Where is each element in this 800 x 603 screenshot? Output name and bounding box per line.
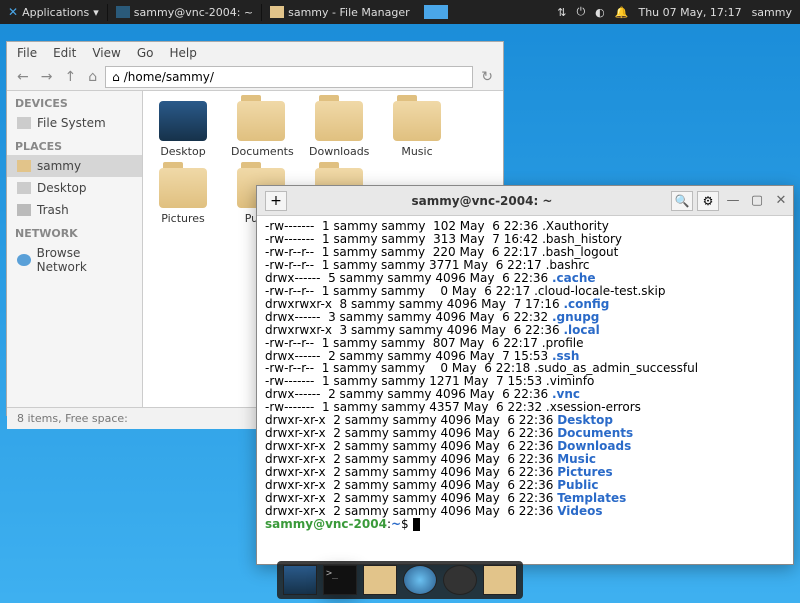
back-button[interactable]: ← xyxy=(13,67,33,87)
forward-button[interactable]: → xyxy=(37,67,57,87)
terminal-window: + sammy@vnc-2004: ~ 🔍 ⚙ — ▢ ✕ -rw-------… xyxy=(256,185,794,565)
refresh-button[interactable]: ↻ xyxy=(477,67,497,87)
sidebar-item-label: Desktop xyxy=(37,181,87,195)
folder-icon xyxy=(159,168,207,208)
network-icon[interactable]: ⇅ xyxy=(557,6,566,19)
folder-downloads[interactable]: Downloads xyxy=(309,101,369,158)
audio-icon[interactable]: ◐ xyxy=(595,6,605,19)
sidebar-trash[interactable]: Trash xyxy=(7,199,142,221)
folder-documents[interactable]: Documents xyxy=(231,101,291,158)
chevron-down-icon: ▾ xyxy=(93,6,99,19)
sidebar-item-label: File System xyxy=(37,116,106,130)
location-bar[interactable]: ⌂ /home/sammy/ xyxy=(105,66,473,88)
sidebar-item-label: Browse Network xyxy=(37,246,132,274)
ls-row: drwxrwxr-x 8 sammy sammy 4096 May 7 17:1… xyxy=(265,298,785,311)
menu-help[interactable]: Help xyxy=(169,46,196,60)
menu-view[interactable]: View xyxy=(92,46,120,60)
prompt-line: sammy@vnc-2004:~$ xyxy=(265,518,785,531)
window-title: sammy@vnc-2004: ~ xyxy=(295,194,669,208)
power-icon[interactable]: ⏻ xyxy=(576,5,585,19)
menu-button[interactable]: ⚙ xyxy=(697,191,719,211)
minimize-button[interactable]: — xyxy=(724,193,742,208)
system-tray: ⇅ ⏻ ◐ 🔔 Thu 07 May, 17:17 sammy xyxy=(549,5,800,19)
taskbar-terminal[interactable]: sammy@vnc-2004: ~ xyxy=(107,4,261,21)
home-icon xyxy=(17,160,31,172)
sidebar-item-label: sammy xyxy=(37,159,81,173)
folder-icon xyxy=(393,101,441,141)
sidebar-desktop[interactable]: Desktop xyxy=(7,177,142,199)
applications-label: Applications xyxy=(22,6,89,19)
menu-file[interactable]: File xyxy=(17,46,37,60)
applications-menu[interactable]: ✕ Applications ▾ xyxy=(0,5,107,19)
ls-row: -rw------- 1 sammy sammy 102 May 6 22:36… xyxy=(265,220,785,233)
folder-pictures[interactable]: Pictures xyxy=(153,168,213,225)
top-panel: ✕ Applications ▾ sammy@vnc-2004: ~ sammy -… xyxy=(0,0,800,24)
sidebar-browse-network[interactable]: Browse Network xyxy=(7,242,142,278)
workspace-switcher[interactable] xyxy=(424,5,448,19)
folder-desktop[interactable]: Desktop xyxy=(153,101,213,158)
folder-label: Pictures xyxy=(161,212,205,225)
dock-search[interactable] xyxy=(443,565,477,595)
devices-header: DEVICES xyxy=(7,91,142,112)
sidebar-home[interactable]: sammy xyxy=(7,155,142,177)
desktop-folder-icon xyxy=(159,101,207,141)
taskbar-filemanager[interactable]: sammy - File Manager xyxy=(261,4,418,21)
ls-row: drwx------ 3 sammy sammy 4096 May 6 22:3… xyxy=(265,311,785,324)
folder-icon xyxy=(315,101,363,141)
dock-show-desktop[interactable] xyxy=(283,565,317,595)
folder-icon xyxy=(237,101,285,141)
xfce-logo-icon: ✕ xyxy=(8,5,18,19)
close-button[interactable]: ✕ xyxy=(772,193,790,208)
ls-row: -rw-r--r-- 1 sammy sammy 0 May 6 22:17 .… xyxy=(265,285,785,298)
ls-row: -rw-r--r-- 1 sammy sammy 220 May 6 22:17… xyxy=(265,246,785,259)
user-menu[interactable]: sammy xyxy=(752,6,792,19)
dock-home[interactable] xyxy=(483,565,517,595)
titlebar[interactable]: + sammy@vnc-2004: ~ 🔍 ⚙ — ▢ ✕ xyxy=(257,186,793,216)
desktop-icon xyxy=(17,182,31,194)
up-button[interactable]: ↑ xyxy=(60,67,80,87)
places-header: PLACES xyxy=(7,134,142,155)
location-text: /home/sammy/ xyxy=(124,70,214,84)
trash-icon xyxy=(17,204,31,216)
folder-label: Downloads xyxy=(309,145,369,158)
ls-row: drwxrwxr-x 3 sammy sammy 4096 May 6 22:3… xyxy=(265,324,785,337)
terminal-content[interactable]: -rw------- 1 sammy sammy 102 May 6 22:36… xyxy=(257,216,793,564)
task-label: sammy - File Manager xyxy=(288,6,410,19)
menu-go[interactable]: Go xyxy=(137,46,154,60)
dock: >_ xyxy=(277,561,523,599)
ls-row: -rw-r--r-- 1 sammy sammy 3771 May 6 22:1… xyxy=(265,259,785,272)
toolbar: ← → ↑ ⌂ ⌂ /home/sammy/ ↻ xyxy=(7,64,503,91)
network-icon xyxy=(17,254,31,266)
dock-filemanager[interactable] xyxy=(363,565,397,595)
cursor xyxy=(413,518,420,531)
folder-icon xyxy=(270,6,284,18)
sidebar-item-label: Trash xyxy=(37,203,69,217)
maximize-button[interactable]: ▢ xyxy=(748,193,766,208)
network-header: NETWORK xyxy=(7,221,142,242)
menu-edit[interactable]: Edit xyxy=(53,46,76,60)
new-tab-button[interactable]: + xyxy=(265,191,287,211)
search-button[interactable]: 🔍 xyxy=(671,191,693,211)
home-button[interactable]: ⌂ xyxy=(84,67,101,87)
menubar: File Edit View Go Help xyxy=(7,42,503,64)
folder-label: Music xyxy=(401,145,432,158)
folder-music[interactable]: Music xyxy=(387,101,447,158)
drive-icon xyxy=(17,117,31,129)
ls-row: -rw-r--r-- 1 sammy sammy 807 May 6 22:17… xyxy=(265,337,785,350)
sidebar: DEVICES File System PLACES sammy Desktop… xyxy=(7,91,143,407)
ls-row: drwx------ 5 sammy sammy 4096 May 6 22:3… xyxy=(265,272,785,285)
task-label: sammy@vnc-2004: ~ xyxy=(134,6,253,19)
dock-terminal[interactable]: >_ xyxy=(323,565,357,595)
sidebar-filesystem[interactable]: File System xyxy=(7,112,142,134)
notification-icon[interactable]: 🔔 xyxy=(615,6,629,19)
terminal-icon xyxy=(116,6,130,18)
home-icon: ⌂ xyxy=(112,70,120,84)
folder-label: Documents xyxy=(231,145,294,158)
dock-browser[interactable] xyxy=(403,565,437,595)
clock[interactable]: Thu 07 May, 17:17 xyxy=(638,6,741,19)
folder-label: Desktop xyxy=(160,145,205,158)
ls-row: -rw------- 1 sammy sammy 313 May 7 16:42… xyxy=(265,233,785,246)
